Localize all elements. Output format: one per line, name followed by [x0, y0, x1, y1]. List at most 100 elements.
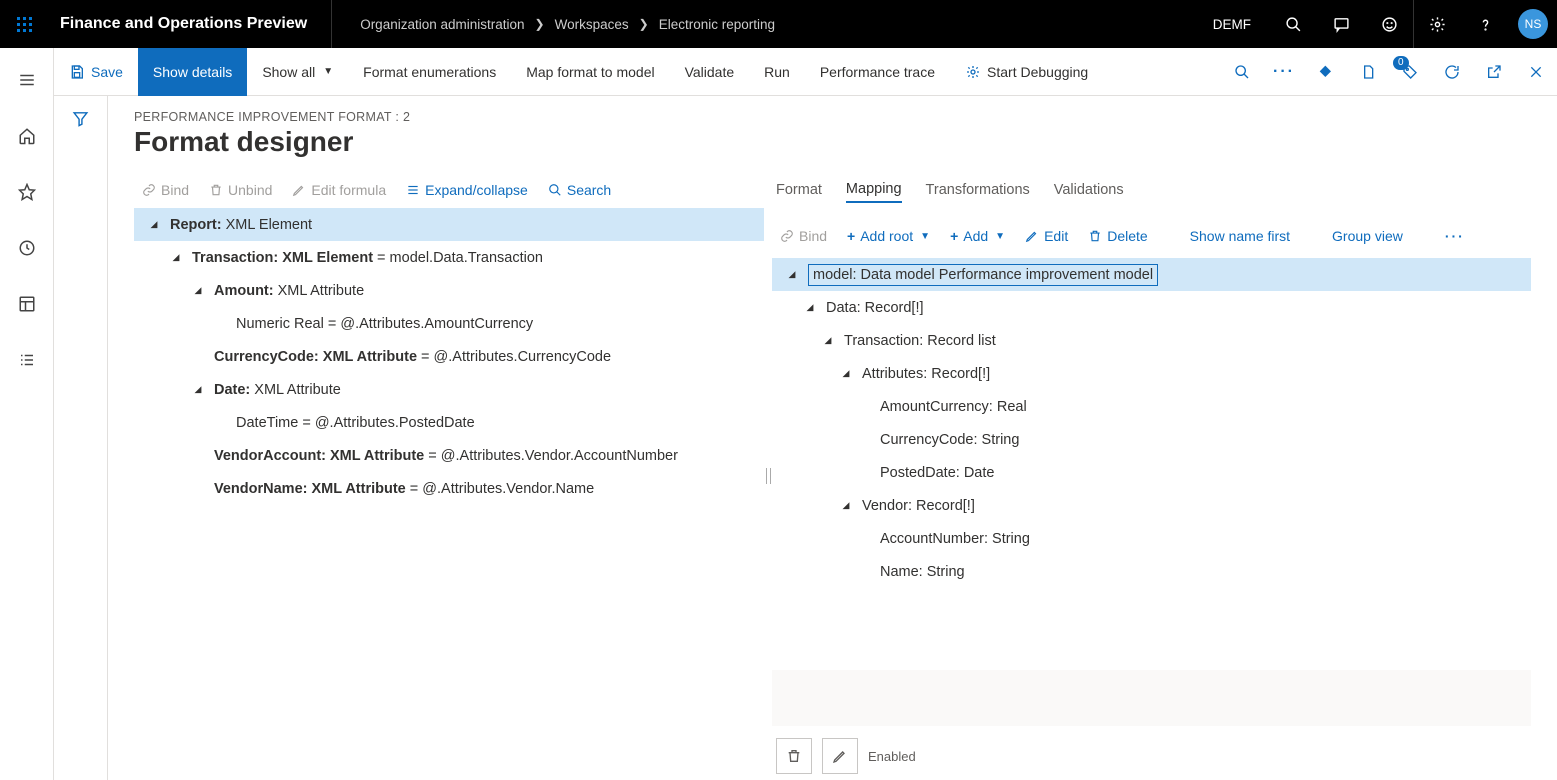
performance-trace-button[interactable]: Performance trace	[805, 48, 950, 96]
tree-label: AmountCurrency: Real	[880, 399, 1027, 415]
show-all-button[interactable]: Show all▼	[247, 48, 348, 96]
tree-row[interactable]: ◢model: Data model Performance improveme…	[772, 258, 1531, 291]
diamond-icon[interactable]	[1305, 48, 1347, 96]
popout-icon[interactable]	[1473, 48, 1515, 96]
help-icon[interactable]	[1461, 0, 1509, 48]
tree-row[interactable]: ◢Attributes: Record[!]	[772, 357, 1531, 390]
refresh-icon[interactable]	[1431, 48, 1473, 96]
tree-label: Name: String	[880, 564, 965, 580]
chat-icon[interactable]	[1317, 0, 1365, 48]
unbind-button: Unbind	[201, 178, 280, 202]
splitter[interactable]	[764, 172, 772, 780]
search-icon[interactable]	[1269, 0, 1317, 48]
tree-label: VendorAccount: XML Attribute = @.Attribu…	[214, 448, 678, 464]
settings-icon[interactable]	[1413, 0, 1461, 48]
tab-validations[interactable]: Validations	[1054, 178, 1124, 202]
save-button[interactable]: Save	[54, 48, 138, 96]
chevron-down-icon: ▼	[920, 231, 930, 242]
add-button[interactable]: +Add▼	[942, 224, 1013, 248]
company-label[interactable]: DEMF	[1195, 17, 1269, 32]
tree-row[interactable]: ◢Report: XML Element	[134, 208, 764, 241]
top-bar: Finance and Operations Preview Organizat…	[0, 0, 1557, 48]
menu-icon[interactable]	[11, 64, 43, 96]
format-tree-pane: Bind Unbind Edit formula Expand/collapse…	[134, 172, 764, 780]
close-icon[interactable]	[1515, 48, 1557, 96]
tree-row[interactable]: ◢Transaction: Record list	[772, 324, 1531, 357]
tree-row[interactable]: VendorName: XML Attribute = @.Attributes…	[134, 472, 764, 505]
tree-row[interactable]: DateTime = @.Attributes.PostedDate	[134, 406, 764, 439]
expander-icon[interactable]: ◢	[838, 368, 854, 379]
edit-button[interactable]: Edit	[1017, 224, 1076, 248]
expander-icon[interactable]: ◢	[190, 384, 206, 395]
group-view-button[interactable]: Group view	[1324, 224, 1411, 248]
star-icon[interactable]	[11, 176, 43, 208]
breadcrumb-item[interactable]: Workspaces	[555, 17, 629, 32]
tree-row[interactable]: ◢Date: XML Attribute	[134, 373, 764, 406]
delete-record-button[interactable]	[776, 738, 812, 774]
enabled-label: Enabled	[868, 749, 916, 764]
plus-icon: +	[847, 228, 855, 244]
tree-row[interactable]: ◢Transaction: XML Element = model.Data.T…	[134, 241, 764, 274]
expander-icon[interactable]: ◢	[168, 252, 184, 263]
start-debugging-button[interactable]: Start Debugging	[950, 48, 1103, 96]
breadcrumb-item[interactable]: Electronic reporting	[659, 17, 775, 32]
add-root-button[interactable]: +Add root▼	[839, 224, 938, 248]
expander-icon[interactable]: ◢	[820, 335, 836, 346]
format-tree[interactable]: ◢Report: XML Element◢Transaction: XML El…	[134, 208, 764, 780]
tag-icon[interactable]: 0	[1389, 48, 1431, 96]
tree-row[interactable]: PostedDate: Date	[772, 456, 1531, 489]
show-name-first-button[interactable]: Show name first	[1182, 224, 1298, 248]
tree-row[interactable]: AmountCurrency: Real	[772, 390, 1531, 423]
tree-label: CurrencyCode: XML Attribute = @.Attribut…	[214, 349, 611, 365]
format-enumerations-button[interactable]: Format enumerations	[348, 48, 511, 96]
expander-icon[interactable]: ◢	[802, 302, 818, 313]
tree-row[interactable]: Name: String	[772, 555, 1531, 588]
filter-icon[interactable]	[72, 110, 89, 780]
modules-icon[interactable]	[11, 344, 43, 376]
tree-row[interactable]: ◢Vendor: Record[!]	[772, 489, 1531, 522]
delete-button[interactable]: Delete	[1080, 224, 1155, 248]
search-button[interactable]: Search	[540, 178, 619, 202]
breadcrumb-item[interactable]: Organization administration	[360, 17, 524, 32]
validate-button[interactable]: Validate	[670, 48, 750, 96]
expander-icon[interactable]: ◢	[784, 269, 800, 280]
tab-transformations[interactable]: Transformations	[926, 178, 1030, 202]
tree-row[interactable]: AccountNumber: String	[772, 522, 1531, 555]
expander-icon[interactable]: ◢	[146, 219, 162, 230]
user-avatar[interactable]: NS	[1518, 9, 1548, 39]
tree-label: Amount: XML Attribute	[214, 283, 364, 299]
tree-row[interactable]: CurrencyCode: XML Attribute = @.Attribut…	[134, 340, 764, 373]
mapping-tree[interactable]: ◢model: Data model Performance improveme…	[772, 258, 1531, 662]
home-icon[interactable]	[11, 120, 43, 152]
tree-row[interactable]: ◢ Amount: XML Attribute	[134, 274, 764, 307]
map-format-button[interactable]: Map format to model	[511, 48, 669, 96]
more-button[interactable]: ···	[1437, 224, 1473, 248]
more-icon[interactable]: ···	[1263, 48, 1305, 96]
show-details-label: Show details	[153, 64, 232, 80]
right-toolbar: Bind +Add root▼ +Add▼ Edit Delete Show n…	[772, 214, 1531, 258]
search-icon	[548, 183, 562, 197]
list-icon	[406, 183, 420, 197]
tree-row[interactable]: Numeric Real = @.Attributes.AmountCurren…	[134, 307, 764, 340]
app-launcher-button[interactable]	[0, 0, 48, 48]
show-details-button[interactable]: Show details	[138, 48, 247, 96]
smiley-icon[interactable]	[1365, 0, 1413, 48]
expander-icon[interactable]: ◢	[190, 285, 206, 296]
expander-icon[interactable]: ◢	[838, 500, 854, 511]
tree-row[interactable]: CurrencyCode: String	[772, 423, 1531, 456]
tree-row[interactable]: VendorAccount: XML Attribute = @.Attribu…	[134, 439, 764, 472]
search-page-icon[interactable]	[1221, 48, 1263, 96]
tab-format[interactable]: Format	[776, 178, 822, 202]
edit-record-button[interactable]	[822, 738, 858, 774]
tree-row[interactable]: ◢Data: Record[!]	[772, 291, 1531, 324]
chevron-right-icon: ❯	[535, 17, 545, 31]
save-label: Save	[91, 64, 123, 80]
tab-mapping[interactable]: Mapping	[846, 177, 902, 203]
tree-label: VendorName: XML Attribute = @.Attributes…	[214, 481, 594, 497]
workspace-icon[interactable]	[11, 288, 43, 320]
run-button[interactable]: Run	[749, 48, 805, 96]
recent-icon[interactable]	[11, 232, 43, 264]
bind-button-right: Bind	[772, 224, 835, 248]
expand-collapse-button[interactable]: Expand/collapse	[398, 178, 536, 202]
document-icon[interactable]	[1347, 48, 1389, 96]
